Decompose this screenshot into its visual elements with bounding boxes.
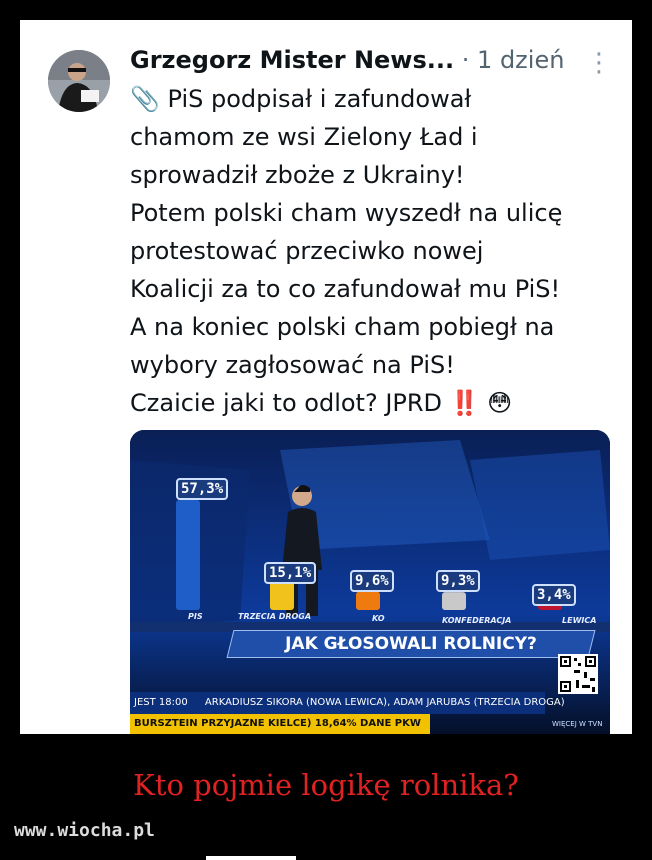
- more-options-icon[interactable]: ⋮: [586, 48, 612, 78]
- qr-code: [558, 654, 598, 694]
- party-label-td: TRZECIA DROGA: [238, 612, 312, 621]
- ticker2-text: BURSZTEIN PRZYJAZNE KIELCE) 18,64% DANE …: [134, 718, 421, 729]
- ticker-time: JEST 18:00: [134, 697, 188, 708]
- qr-label: WIĘCEJ W TVN: [552, 720, 603, 728]
- avatar[interactable]: [48, 50, 110, 112]
- post-time[interactable]: 1 dzień: [477, 46, 564, 74]
- qr-pattern: [560, 656, 596, 692]
- konf-percent: 9,3%: [436, 570, 480, 592]
- tweet-line: Koalicji za to co zafundował mu PiS!: [130, 275, 561, 303]
- author-name[interactable]: Grzegorz Mister News...: [130, 46, 454, 74]
- bottom-bar: [206, 856, 296, 860]
- party-label-ko: KO: [372, 614, 385, 623]
- tv-screenshot[interactable]: 57,3% 15,1% 9,6% 9,3% 3,4% PIS TRZECIA D…: [130, 430, 610, 734]
- site-watermark[interactable]: www.wiocha.pl: [14, 820, 155, 841]
- party-label-konf: KONFEDERACJA: [442, 616, 512, 625]
- tweet-line: chamom ze wsi Zielony Ład i: [130, 123, 478, 151]
- tweet-line: 📎 PiS podpisał i zafundował: [130, 85, 472, 113]
- news-ticker: JEST 18:00 ARKADIUSZ SIKORA (NOWA LEWICA…: [130, 692, 565, 714]
- tweet-line: A na koniec polski cham pobiegł na: [130, 313, 555, 341]
- ticker-text: ARKADIUSZ SIKORA (NOWA LEWICA), ADAM JAR…: [204, 697, 565, 708]
- bar-3: [442, 592, 466, 610]
- avatar-photo: [48, 50, 110, 112]
- bar-0: [176, 500, 200, 610]
- ko-percent: 9,6%: [350, 570, 394, 592]
- tweet-line: protestować przeciwko nowej: [130, 237, 484, 265]
- headline-text: JAK GŁOSOWALI ROLNICY?: [285, 634, 537, 654]
- tweet-header: Grzegorz Mister News... · 1 dzień: [130, 46, 564, 74]
- tweet-card: Grzegorz Mister News... · 1 dzień ⋮ 📎 Pi…: [20, 20, 632, 734]
- meme-caption: Kto pojmie logikę rolnika?: [133, 768, 519, 802]
- separator-dot: ·: [461, 46, 470, 74]
- headline-banner: JAK GŁOSOWALI ROLNICY?: [226, 630, 596, 658]
- td-percent: 15,1%: [264, 562, 317, 584]
- lewica-percent: 3,4%: [532, 584, 576, 606]
- tweet-line: wybory zagłosować na PiS!: [130, 351, 455, 379]
- tweet-line: sprowadził zboże z Ukrainy!: [130, 161, 465, 189]
- party-label-lewica: LEWICA: [562, 616, 597, 625]
- bar-1: [270, 581, 294, 610]
- tweet-line: Potem polski cham wyszedł na ulicę: [130, 199, 563, 227]
- news-ticker-secondary: BURSZTEIN PRZYJAZNE KIELCE) 18,64% DANE …: [130, 714, 430, 734]
- bar-2: [356, 591, 380, 610]
- party-label-pis: PIS: [188, 612, 203, 621]
- tweet-line: Czaicie jaki to odlot? JPRD ‼️ 😳: [130, 389, 513, 417]
- tweet-text: 📎 PiS podpisał i zafundował chamom ze ws…: [130, 80, 622, 422]
- pis-percent: 57,3%: [176, 478, 229, 500]
